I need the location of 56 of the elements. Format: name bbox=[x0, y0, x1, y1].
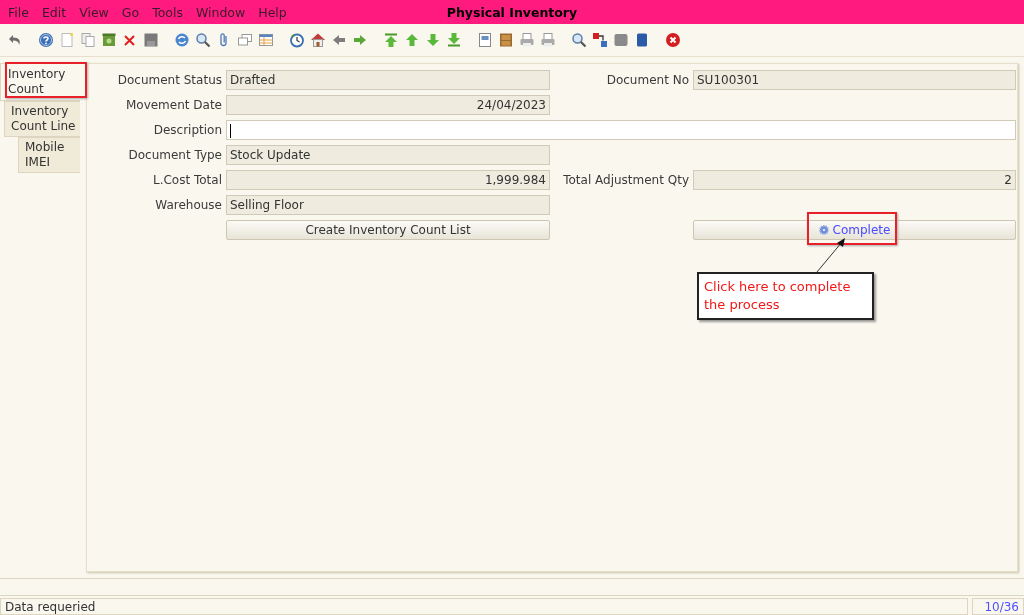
history-icon[interactable] bbox=[289, 32, 305, 48]
menu-item[interactable]: File bbox=[8, 4, 29, 20]
forward-arrow-icon[interactable] bbox=[352, 32, 368, 48]
menu-item[interactable]: View bbox=[79, 4, 109, 20]
tab[interactable]: Inventory Count Line bbox=[4, 101, 80, 137]
field-value[interactable]: 2 bbox=[693, 170, 1016, 190]
zoom-icon[interactable] bbox=[571, 32, 587, 48]
chat-icon[interactable] bbox=[237, 32, 253, 48]
field-value[interactable]: Selling Floor bbox=[226, 195, 550, 215]
exit-icon[interactable] bbox=[665, 32, 681, 48]
menu-item[interactable]: Edit bbox=[41, 4, 67, 20]
menu-item[interactable]: Window bbox=[195, 4, 246, 20]
copy-icon[interactable] bbox=[80, 32, 96, 48]
record-counter: 10/36 bbox=[972, 598, 1024, 615]
field-label: Document Type bbox=[127, 147, 222, 164]
field-label: L.Cost Total bbox=[151, 172, 222, 189]
first-record-icon[interactable] bbox=[383, 32, 399, 48]
field-label: Description bbox=[152, 122, 222, 139]
action-button[interactable]: Create Inventory Count List bbox=[226, 220, 550, 240]
field-value[interactable]: Drafted bbox=[226, 70, 550, 90]
field-label: Warehouse bbox=[154, 197, 222, 214]
save-icon[interactable] bbox=[143, 32, 159, 48]
field-value[interactable]: Stock Update bbox=[226, 145, 550, 165]
input-field[interactable] bbox=[226, 120, 1016, 140]
field-label: Total Adjustment Qty bbox=[562, 172, 689, 189]
bin-icon[interactable] bbox=[101, 32, 117, 48]
callout-note: Click here to complete the process bbox=[697, 272, 874, 320]
field-value[interactable]: SU100301 bbox=[693, 70, 1016, 90]
search-icon[interactable] bbox=[195, 32, 211, 48]
cross-icon[interactable] bbox=[122, 32, 138, 48]
up-arrow-icon[interactable] bbox=[404, 32, 420, 48]
home-icon[interactable] bbox=[310, 32, 326, 48]
help-icon[interactable] bbox=[38, 32, 54, 48]
report-icon[interactable] bbox=[477, 32, 493, 48]
down-arrow-icon[interactable] bbox=[425, 32, 441, 48]
gear-icon bbox=[818, 225, 829, 235]
archive-icon[interactable] bbox=[498, 32, 514, 48]
field-label: Document Status bbox=[116, 72, 222, 89]
menu-item[interactable]: Go bbox=[121, 4, 140, 20]
refresh-icon[interactable] bbox=[174, 32, 190, 48]
field-value[interactable]: 24/04/2023 bbox=[226, 95, 550, 115]
print-preview-icon[interactable] bbox=[540, 32, 556, 48]
field-label: Movement Date bbox=[124, 97, 222, 114]
field-label: Document No bbox=[605, 72, 689, 89]
grid-icon[interactable] bbox=[258, 32, 274, 48]
back-arrow-icon[interactable] bbox=[331, 32, 347, 48]
tab[interactable]: Mobile IMEI bbox=[18, 137, 80, 173]
last-record-icon[interactable] bbox=[446, 32, 462, 48]
menu-item[interactable]: Help bbox=[258, 4, 287, 20]
field-value[interactable]: 1,999.984 bbox=[226, 170, 550, 190]
status-message: Data requeried bbox=[0, 598, 968, 615]
printer-icon[interactable] bbox=[519, 32, 535, 48]
workflow-icon[interactable] bbox=[592, 32, 608, 48]
window-title: Physical Inventory bbox=[446, 4, 578, 20]
action-button[interactable]: Complete bbox=[693, 220, 1016, 240]
menu-item[interactable]: Tools bbox=[152, 4, 183, 20]
